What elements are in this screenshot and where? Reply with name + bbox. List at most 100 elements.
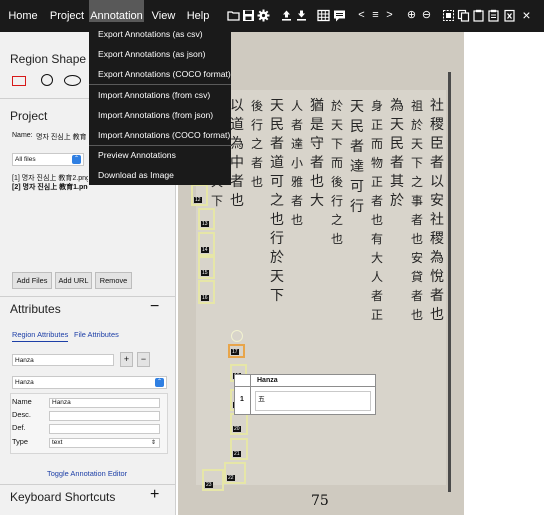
copy-icon[interactable]	[457, 9, 470, 22]
text-column: 為天民者其於	[390, 98, 404, 209]
editor-header-row: Hanza	[235, 375, 375, 387]
menu-import-coco[interactable]: Import Annotations (COCO format)	[89, 125, 231, 145]
folder-icon[interactable]	[227, 9, 240, 22]
select-region-icon[interactable]	[442, 9, 455, 22]
menu-project[interactable]: Project	[45, 0, 89, 32]
menu-export-coco[interactable]: Export Annotations (COCO format)	[89, 64, 231, 84]
tab-region-attributes[interactable]: Region Attributes	[12, 330, 68, 339]
upload-icon[interactable]	[280, 9, 293, 22]
rectangle-shape-icon[interactable]	[12, 76, 26, 86]
selected-circle-region[interactable]	[231, 330, 243, 342]
close-icon[interactable]: ×	[520, 8, 533, 22]
region-box[interactable]: 14	[198, 232, 215, 256]
editor-row-index-cell: 1	[235, 387, 251, 414]
add-url-button[interactable]: Add URL	[55, 272, 92, 289]
prev-icon[interactable]: <	[355, 9, 368, 22]
field-type-label: Type	[12, 437, 29, 446]
expand-shortcuts-icon[interactable]: +	[150, 486, 159, 504]
text-column: 身正而物正者也有大人者正	[370, 99, 383, 322]
chat-icon[interactable]	[333, 9, 346, 22]
menu-import-csv[interactable]: Import Annotations (from csv)	[89, 85, 231, 105]
tab-file-attributes[interactable]: File Attributes	[74, 330, 119, 339]
attribute-name-input[interactable]: Hanza	[12, 354, 114, 366]
region-box[interactable]: 22	[224, 462, 246, 484]
text-column: 於天下而後行之也	[330, 99, 343, 246]
attributes-title: Attributes	[10, 302, 61, 316]
settings-icon[interactable]	[257, 9, 270, 22]
save-icon[interactable]	[242, 9, 255, 22]
field-desc-input[interactable]	[49, 411, 160, 421]
region-label: 12	[194, 197, 202, 203]
list-icon[interactable]: ≡	[369, 9, 382, 22]
field-name-label: Name	[12, 397, 32, 406]
zoom-out-icon[interactable]: ⊖	[420, 9, 433, 22]
region-label: 20	[233, 426, 241, 432]
divider	[0, 296, 176, 297]
annotation-dropdown-menu: Export Annotations (as csv) Export Annot…	[89, 22, 231, 185]
region-box[interactable]: 20	[230, 413, 248, 435]
field-def-label: Def.	[12, 423, 26, 432]
region-shape-title: Region Shape	[10, 52, 87, 66]
remove-button[interactable]: Remove	[95, 272, 132, 289]
updown-icon: ⇕	[150, 440, 156, 446]
file-list-item-selected[interactable]: [2] 명자 진심上 教育1.png	[12, 182, 88, 192]
region-box[interactable]: 16	[198, 280, 215, 304]
menu-import-json[interactable]: Import Annotations (from json)	[89, 105, 231, 125]
text-column: 天民者道可之也行於天下	[270, 98, 284, 304]
field-type-select[interactable]: text ⇕	[49, 438, 160, 448]
active-tab-underline	[12, 341, 68, 342]
grid-icon[interactable]	[317, 9, 330, 22]
add-attribute-button[interactable]: +	[120, 352, 133, 367]
chevron-down-icon: ⌃	[72, 155, 81, 164]
menu-export-csv[interactable]: Export Annotations (as csv)	[89, 24, 231, 44]
region-label: 13	[201, 221, 209, 227]
menu-export-json[interactable]: Export Annotations (as json)	[89, 44, 231, 64]
add-files-button[interactable]: Add Files	[12, 272, 52, 289]
field-type-value: text	[52, 439, 63, 446]
annotation-editor: Hanza 1 五	[234, 374, 376, 415]
download-icon[interactable]	[295, 9, 308, 22]
attribute-select[interactable]: Hanza ⌃	[12, 376, 167, 389]
page-number: 75	[311, 493, 329, 509]
region-box[interactable]: 23	[202, 469, 224, 491]
attribute-select-value: Hanza	[15, 379, 34, 386]
circle-shape-icon[interactable]	[41, 74, 53, 86]
editor-row-index: 1	[240, 396, 244, 403]
field-def-input[interactable]	[49, 424, 160, 434]
text-column: 猶是守者也大	[310, 98, 324, 209]
remove-attribute-button[interactable]: −	[137, 352, 150, 367]
page-border-line	[448, 72, 451, 492]
zoom-in-icon[interactable]: ⊕	[405, 9, 418, 22]
text-column: 社稷臣者以安社稷為悅者也	[430, 98, 444, 323]
toggle-annotation-editor-link[interactable]: Toggle Annotation Editor	[47, 469, 127, 478]
region-box-selected[interactable]: 17	[228, 344, 245, 358]
region-box[interactable]: 12	[191, 184, 208, 206]
text-column: 人者達小雅者也	[290, 99, 303, 227]
region-label: 17	[231, 349, 239, 355]
editor-value-textarea[interactable]: 五	[255, 391, 371, 411]
keyboard-shortcuts-title: Keyboard Shortcuts	[10, 490, 116, 504]
files-filter-select[interactable]: All files ⌃	[12, 153, 84, 166]
text-column: 祖於天下之事者也安貸者也	[410, 99, 423, 322]
menu-home[interactable]: Home	[5, 0, 41, 32]
text-column: 天民者達可行	[350, 99, 364, 215]
region-label: 23	[205, 482, 213, 488]
menu-preview-annotations[interactable]: Preview Annotations	[89, 145, 231, 165]
region-label: 15	[201, 270, 209, 276]
text-column: 以道為中者也	[230, 98, 244, 209]
region-box[interactable]: 13	[198, 208, 215, 230]
field-name-input[interactable]: Hanza	[49, 398, 160, 408]
paste-grid-icon[interactable]	[487, 9, 500, 22]
editor-corner-cell	[235, 375, 251, 387]
delete-icon[interactable]	[503, 9, 516, 22]
ellipse-shape-icon[interactable]	[64, 75, 81, 86]
region-box[interactable]: 21	[230, 438, 248, 460]
region-label: 22	[227, 475, 235, 481]
menu-download-image[interactable]: Download as Image	[89, 165, 231, 185]
collapse-attributes-icon[interactable]: −	[150, 298, 159, 316]
top-menu-bar: Home Project Annotation View Help < ≡ > …	[0, 0, 544, 32]
paste-icon[interactable]	[472, 9, 485, 22]
region-box[interactable]: 15	[198, 256, 215, 279]
next-icon[interactable]: >	[383, 9, 396, 22]
project-name-value[interactable]: 명자 진심上 教育	[36, 132, 86, 142]
